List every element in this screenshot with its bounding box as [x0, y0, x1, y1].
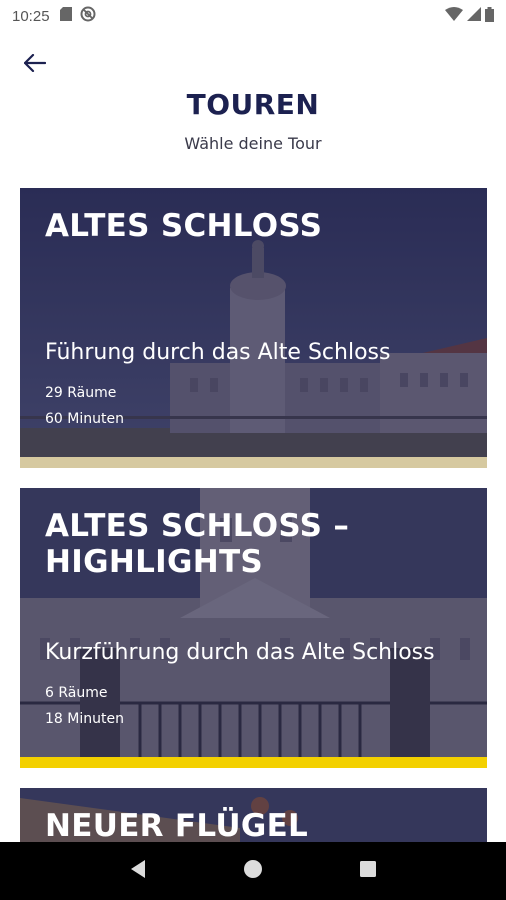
tour-card-altes-schloss-highlights[interactable]: ALTES SCHLOSS – HIGHLIGHTS Kurzführung d…	[20, 488, 487, 768]
status-bar: 10:25	[0, 0, 506, 32]
tour-duration: 60 Minuten	[45, 411, 124, 427]
back-triangle-icon	[129, 859, 147, 883]
page-title: TOUREN	[186, 88, 320, 121]
tour-title: ALTES SCHLOSS	[45, 208, 323, 244]
nav-home-button[interactable]	[233, 851, 273, 891]
tour-accent-bar	[20, 757, 487, 768]
page-subtitle: Wähle deine Tour	[184, 134, 322, 153]
signal-icon	[467, 7, 481, 25]
tour-description: Kurzführung durch das Alte Schloss	[45, 640, 435, 665]
tour-duration: 18 Minuten	[45, 711, 124, 727]
tour-rooms: 29 Räume	[45, 385, 117, 401]
nav-back-button[interactable]	[118, 851, 158, 891]
tour-title: ALTES SCHLOSS – HIGHLIGHTS	[45, 508, 350, 580]
system-nav-bar	[0, 842, 506, 900]
back-button[interactable]	[20, 50, 50, 80]
nav-recents-button[interactable]	[348, 851, 388, 891]
tour-card-neuer-fluegel[interactable]: NEUER FLÜGEL	[20, 788, 487, 842]
tour-meta: 29 Räume 60 Minuten	[45, 380, 124, 432]
at-sign-icon	[80, 6, 96, 26]
battery-icon	[485, 6, 494, 26]
sd-card-icon	[59, 7, 72, 25]
arrow-left-icon	[23, 53, 47, 76]
tour-rooms: 6 Räume	[45, 685, 108, 701]
tour-title: NEUER FLÜGEL	[45, 808, 309, 842]
tour-description: Führung durch das Alte Schloss	[45, 340, 391, 365]
tour-meta: 6 Räume 18 Minuten	[45, 680, 124, 732]
wifi-icon	[445, 7, 463, 25]
home-circle-icon	[243, 859, 263, 883]
tour-card-altes-schloss[interactable]: ALTES SCHLOSS Führung durch das Alte Sch…	[20, 188, 487, 468]
tour-accent-bar	[20, 457, 487, 468]
status-time: 10:25	[12, 7, 50, 25]
recents-square-icon	[359, 860, 377, 882]
